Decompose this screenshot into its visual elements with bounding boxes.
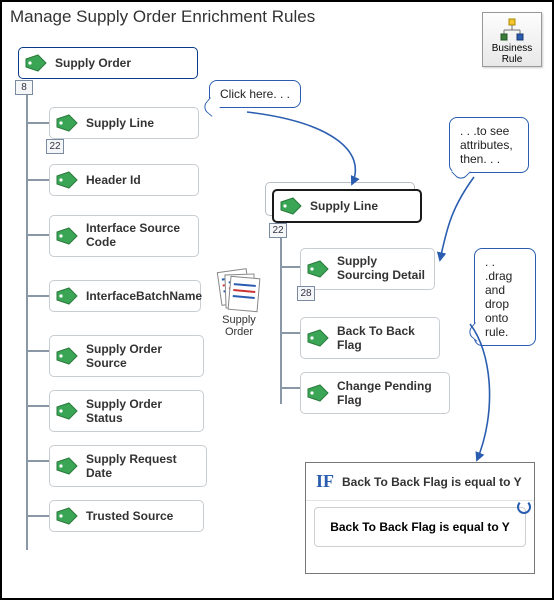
tag-icon (307, 384, 329, 402)
tag-icon (56, 347, 78, 365)
node-supply-line-popup[interactable]: Supply Line (272, 189, 422, 223)
tree-line (280, 332, 300, 334)
tree-line (26, 234, 49, 236)
node-label: InterfaceBatchName (86, 289, 202, 303)
tag-icon (25, 54, 47, 72)
node-supply-request-date[interactable]: Supply Request Date (49, 445, 207, 487)
tag-icon (307, 260, 329, 278)
node-label: Header Id (86, 173, 141, 187)
tag-icon (56, 287, 78, 305)
tag-icon (56, 402, 78, 420)
node-label: Trusted Source (86, 509, 173, 523)
doc-label: Supply Order (217, 314, 261, 338)
tag-icon (56, 227, 78, 245)
node-supply-order[interactable]: Supply Order (18, 47, 198, 79)
tree-line (26, 350, 49, 352)
node-label: Change Pending Flag (337, 379, 441, 407)
tree-line (26, 295, 49, 297)
tree-line (26, 460, 49, 462)
node-interface-source-code[interactable]: Interface Source Code (49, 215, 199, 257)
rule-condition: Back To Back Flag is equal to Y (342, 475, 522, 489)
node-supply-line[interactable]: Supply Line (49, 107, 199, 139)
tree-line (280, 266, 300, 268)
callout-text: . . .drag and drop onto rule. (485, 255, 512, 339)
callout-tail-icon (466, 322, 486, 342)
node-label: Supply Order (55, 56, 131, 70)
callout-text: Click here. . . (220, 87, 290, 101)
tag-icon (56, 114, 78, 132)
tree-line (280, 238, 282, 404)
rule-if-row: IF Back To Back Flag is equal to Y (306, 463, 534, 501)
callout-drag-drop: . . .drag and drop onto rule. (474, 248, 536, 346)
rule-panel[interactable]: IF Back To Back Flag is equal to Y Back … (305, 462, 535, 574)
node-label: Supply Request Date (86, 452, 198, 480)
node-supply-order-source[interactable]: Supply Order Source (49, 335, 204, 377)
node-label: Supply Line (86, 116, 154, 130)
node-label: Supply Order Source (86, 342, 195, 370)
callout-see-attributes: . . .to see attributes, then. . . (449, 117, 529, 173)
count-badge: 28 (297, 286, 315, 301)
node-label: Supply Sourcing Detail (337, 255, 426, 283)
count-badge: 22 (46, 139, 64, 154)
count-badge: 8 (15, 80, 33, 95)
business-rule-label: Business Rule (483, 43, 541, 65)
tag-icon (280, 197, 302, 215)
tree-line (26, 405, 49, 407)
hierarchy-icon (483, 17, 541, 43)
business-rule-badge[interactable]: Business Rule (482, 12, 542, 67)
tree-line (26, 122, 49, 124)
tag-icon (56, 457, 78, 475)
node-label: Supply Order Status (86, 397, 195, 425)
tag-icon (307, 329, 329, 347)
tree-line (280, 387, 300, 389)
node-interface-batch-name[interactable]: InterfaceBatchName (49, 280, 201, 312)
page-title: Manage Supply Order Enrichment Rules (10, 7, 315, 27)
if-keyword: IF (316, 471, 334, 492)
tag-icon (56, 171, 78, 189)
rule-inner-text: Back To Back Flag is equal to Y (330, 520, 510, 534)
tag-icon (56, 507, 78, 525)
node-change-pending-flag[interactable]: Change Pending Flag (300, 372, 450, 414)
tree-line (26, 515, 49, 517)
node-label: Interface Source Code (86, 222, 190, 250)
callout-text: . . .to see attributes, then. . . (460, 124, 513, 166)
count-badge: 22 (269, 223, 287, 238)
spinner-icon (517, 500, 531, 514)
callout-click-here: Click here. . . (209, 80, 301, 108)
node-label: Supply Line (310, 199, 378, 213)
node-trusted-source[interactable]: Trusted Source (49, 500, 204, 532)
tree-line (26, 95, 28, 550)
node-header-id[interactable]: Header Id (49, 164, 199, 196)
canvas: Manage Supply Order Enrichment Rules Bus… (0, 0, 554, 600)
callout-tail-icon (201, 97, 221, 117)
node-supply-order-status[interactable]: Supply Order Status (49, 390, 204, 432)
node-back-to-back-flag[interactable]: Back To Back Flag (300, 317, 440, 359)
node-label: Back To Back Flag (337, 324, 431, 352)
rule-inner[interactable]: Back To Back Flag is equal to Y (314, 507, 526, 547)
supply-order-doc-icon[interactable]: Supply Order (217, 270, 261, 338)
tree-line (26, 179, 49, 181)
node-supply-sourcing-detail[interactable]: Supply Sourcing Detail (300, 248, 435, 290)
